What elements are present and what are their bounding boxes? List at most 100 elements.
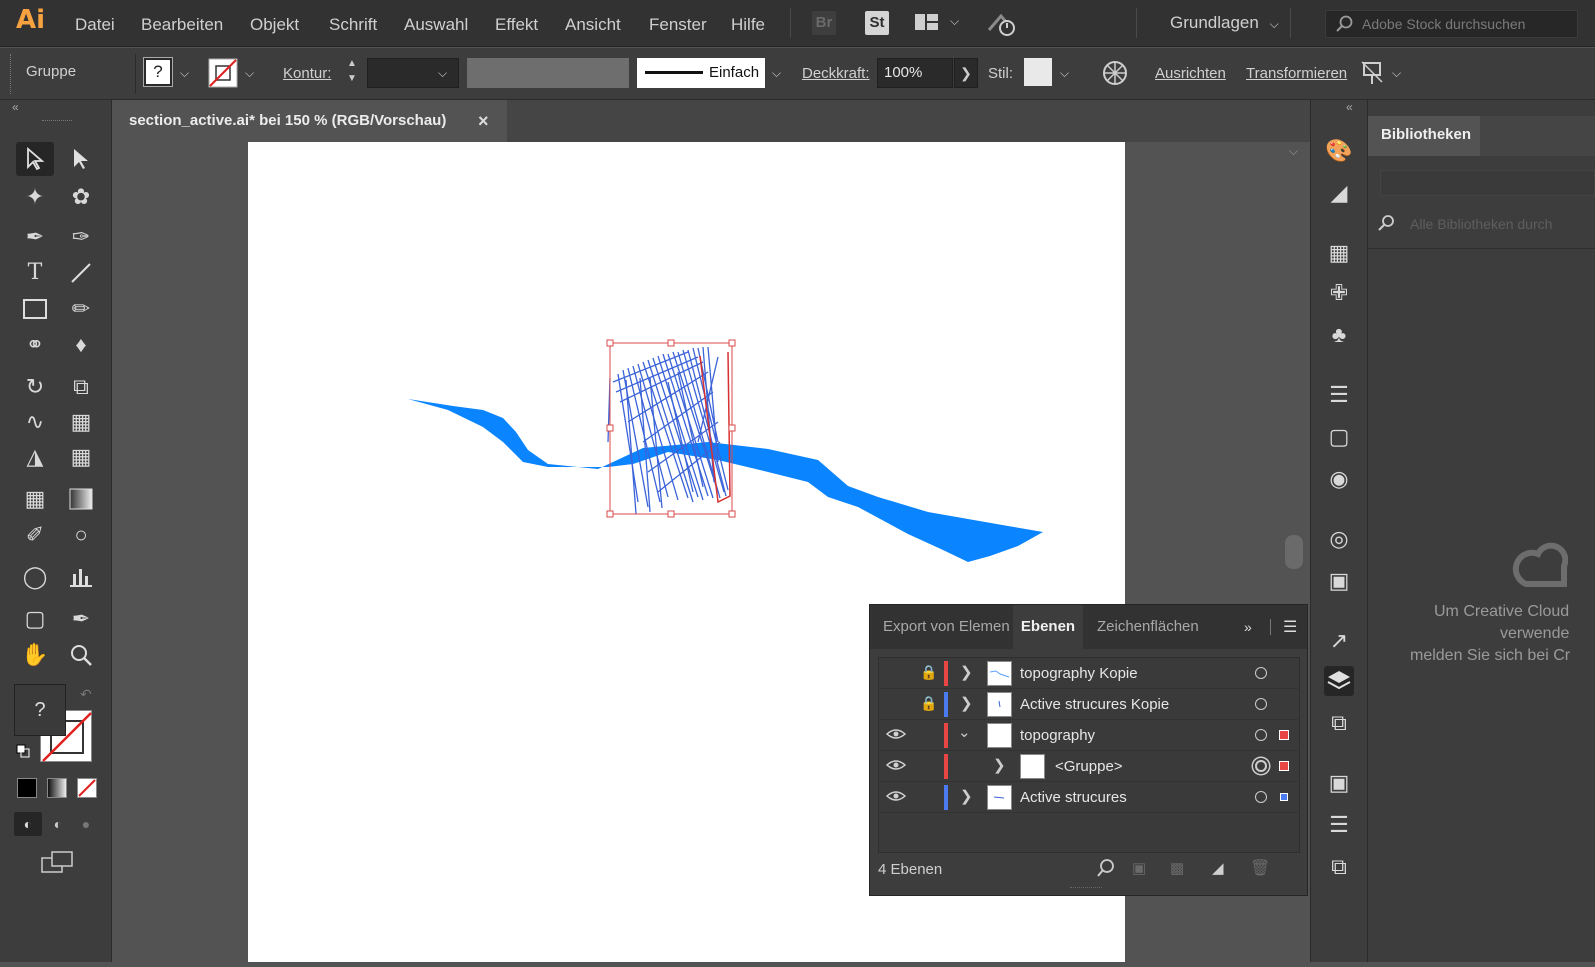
variable-width-profile[interactable] — [467, 58, 629, 88]
layer-row[interactable]: ⌄ topography — [880, 720, 1300, 751]
layer-name[interactable]: Active strucures Kopie — [1020, 696, 1169, 713]
symbols-icon[interactable]: ♣ — [1324, 320, 1354, 350]
eye-icon[interactable] — [885, 727, 907, 743]
menu-auswahl[interactable]: Auswahl — [404, 15, 468, 35]
layer-name[interactable]: topography — [1020, 727, 1095, 744]
lock-icon[interactable]: 🔒 — [920, 664, 937, 681]
opacity-arrow-button[interactable]: ❯ — [954, 58, 978, 88]
direct-selection-tool-icon[interactable] — [62, 142, 100, 176]
draw-inside-icon[interactable]: ● — [76, 812, 96, 836]
selection-indicator[interactable] — [1279, 761, 1289, 771]
resize-handle[interactable] — [1070, 887, 1102, 891]
grip-handle[interactable] — [42, 120, 72, 124]
make-clipping-mask-icon[interactable]: ▩ — [1170, 859, 1184, 877]
transparency-icon[interactable]: ◉ — [1324, 464, 1354, 494]
color-panel-icon[interactable]: 🎨 — [1324, 136, 1354, 166]
library-selector[interactable] — [1380, 170, 1595, 196]
fill-indicator[interactable]: ? — [14, 684, 66, 736]
magic-wand-tool-icon[interactable]: ✦ — [16, 180, 54, 214]
lock-icon[interactable]: 🔒 — [920, 695, 937, 712]
active-structures-group[interactable] — [607, 346, 729, 515]
layer-name[interactable]: topography Kopie — [1020, 665, 1138, 682]
color-guide-icon[interactable]: ◢ — [1324, 178, 1354, 208]
layer-name[interactable]: <Gruppe> — [1055, 758, 1123, 775]
workspace-switcher[interactable]: Grundlagen ⌵ — [1170, 13, 1279, 33]
menu-bearbeiten[interactable]: Bearbeiten — [141, 15, 223, 35]
expand-panel-icon[interactable]: » — [1244, 619, 1252, 635]
draw-behind-icon[interactable]: ◐ — [48, 812, 68, 836]
menu-datei[interactable]: Datei — [75, 15, 115, 35]
gradient-tool-icon[interactable] — [62, 482, 100, 516]
layer-row[interactable]: 🔒 ❯ topography Kopie — [880, 658, 1300, 689]
brush-definition[interactable]: Einfach — [637, 58, 765, 88]
pen-tool-icon[interactable]: ✒ — [16, 220, 54, 254]
gpu-performance-icon[interactable] — [985, 10, 1019, 38]
selection-indicator[interactable] — [1279, 730, 1289, 740]
collapse-panel-icon[interactable]: « — [12, 100, 19, 114]
stroke-swatch[interactable] — [208, 58, 238, 88]
mesh-tool-icon[interactable]: ▦ — [16, 482, 54, 516]
layer-row[interactable]: 🔒 ❯ Active strucures Kopie — [880, 689, 1300, 720]
library-search-input[interactable]: Alle Bibliotheken durch — [1410, 216, 1552, 232]
collect-for-export-icon[interactable]: ▣ — [1132, 859, 1146, 877]
graphic-style-swatch[interactable] — [1024, 58, 1052, 86]
isolate-group-icon[interactable] — [1360, 60, 1384, 86]
slice-tool-icon[interactable]: ✒ — [62, 602, 100, 636]
column-graph-tool-icon[interactable] — [62, 560, 100, 594]
swap-fill-stroke-icon[interactable]: ↶ — [80, 686, 92, 703]
eraser-tool-icon[interactable]: ♦ — [62, 328, 100, 362]
rectangle-tool-icon[interactable] — [16, 292, 54, 326]
layer-name[interactable]: Active strucures — [1020, 789, 1127, 806]
export-assets-icon[interactable]: ↗ — [1324, 626, 1354, 656]
align-link[interactable]: Ausrichten — [1155, 65, 1226, 82]
swatches-icon[interactable]: ▦ — [1324, 238, 1354, 268]
target-icon[interactable] — [1255, 729, 1267, 741]
width-tool-icon[interactable]: ∿ — [16, 405, 54, 439]
tab-export-assets[interactable]: Export von Elemen — [883, 605, 1013, 649]
chevron-down-icon[interactable]: ⌄ — [958, 723, 971, 741]
selection-tool-icon[interactable] — [16, 142, 54, 176]
shaper-tool-icon[interactable]: ⚭ — [16, 328, 54, 362]
transform-link[interactable]: Transformieren — [1246, 65, 1347, 82]
recolor-artwork-icon[interactable] — [1102, 60, 1128, 86]
chevron-right-icon[interactable]: ❯ — [960, 694, 973, 712]
chevron-right-icon[interactable]: ❯ — [960, 663, 973, 681]
eyedropper-tool-icon[interactable]: ✐ — [16, 518, 54, 552]
target-icon[interactable] — [1255, 760, 1267, 772]
perspective-grid-tool-icon[interactable]: ▦ — [62, 440, 100, 474]
grip-handle[interactable] — [10, 54, 13, 94]
collapse-panel-icon[interactable]: « — [1346, 100, 1353, 114]
delete-layer-icon[interactable]: 🗑 — [1250, 858, 1270, 878]
graphic-styles-icon[interactable]: ▣ — [1324, 566, 1354, 596]
layers-icon[interactable] — [1324, 666, 1354, 696]
chevron-down-icon[interactable]: ⌵ — [1392, 66, 1401, 81]
new-layer-icon[interactable]: ◢ — [1212, 859, 1224, 877]
lasso-tool-icon[interactable]: ✿ — [62, 180, 100, 214]
gradient-panel-icon[interactable]: ▢ — [1324, 422, 1354, 452]
eye-icon[interactable] — [885, 758, 907, 774]
scale-tool-icon[interactable]: ⧉ — [62, 370, 100, 404]
hand-tool-icon[interactable]: ✋ — [16, 638, 54, 672]
free-transform-tool-icon[interactable]: ▦ — [62, 405, 100, 439]
color-mode-icon[interactable] — [17, 778, 37, 798]
selection-indicator[interactable] — [1280, 793, 1288, 801]
chevron-down-icon[interactable]: ⌵ — [180, 66, 189, 81]
arrange-documents-icon[interactable] — [914, 12, 940, 32]
opacity-label[interactable]: Deckkraft: — [802, 65, 870, 82]
layer-row[interactable]: ❯ Active strucures — [880, 782, 1300, 813]
document-tab[interactable]: section_active.ai* bei 150 % (RGB/Vorsch… — [113, 100, 507, 142]
appearance-icon[interactable]: ◎ — [1324, 524, 1354, 554]
chevron-right-icon[interactable]: ❯ — [993, 756, 1006, 774]
stroke-label[interactable]: Kontur: — [283, 65, 331, 82]
layer-row[interactable]: ❯ <Gruppe> — [880, 751, 1300, 782]
menu-ansicht[interactable]: Ansicht — [565, 15, 621, 35]
type-tool-icon[interactable]: T — [16, 256, 54, 290]
default-fill-stroke-icon[interactable] — [16, 744, 30, 758]
draw-normal-icon[interactable]: ◐ — [14, 812, 42, 836]
eye-icon[interactable] — [885, 789, 907, 805]
blend-tool-icon[interactable]: ○ — [62, 518, 100, 552]
chevron-down-icon[interactable]: ⌵ — [245, 66, 254, 81]
menu-effekt[interactable]: Effekt — [495, 15, 538, 35]
artboard-tool-icon[interactable]: ▢ — [16, 602, 54, 636]
zoom-tool-icon[interactable] — [62, 638, 100, 672]
